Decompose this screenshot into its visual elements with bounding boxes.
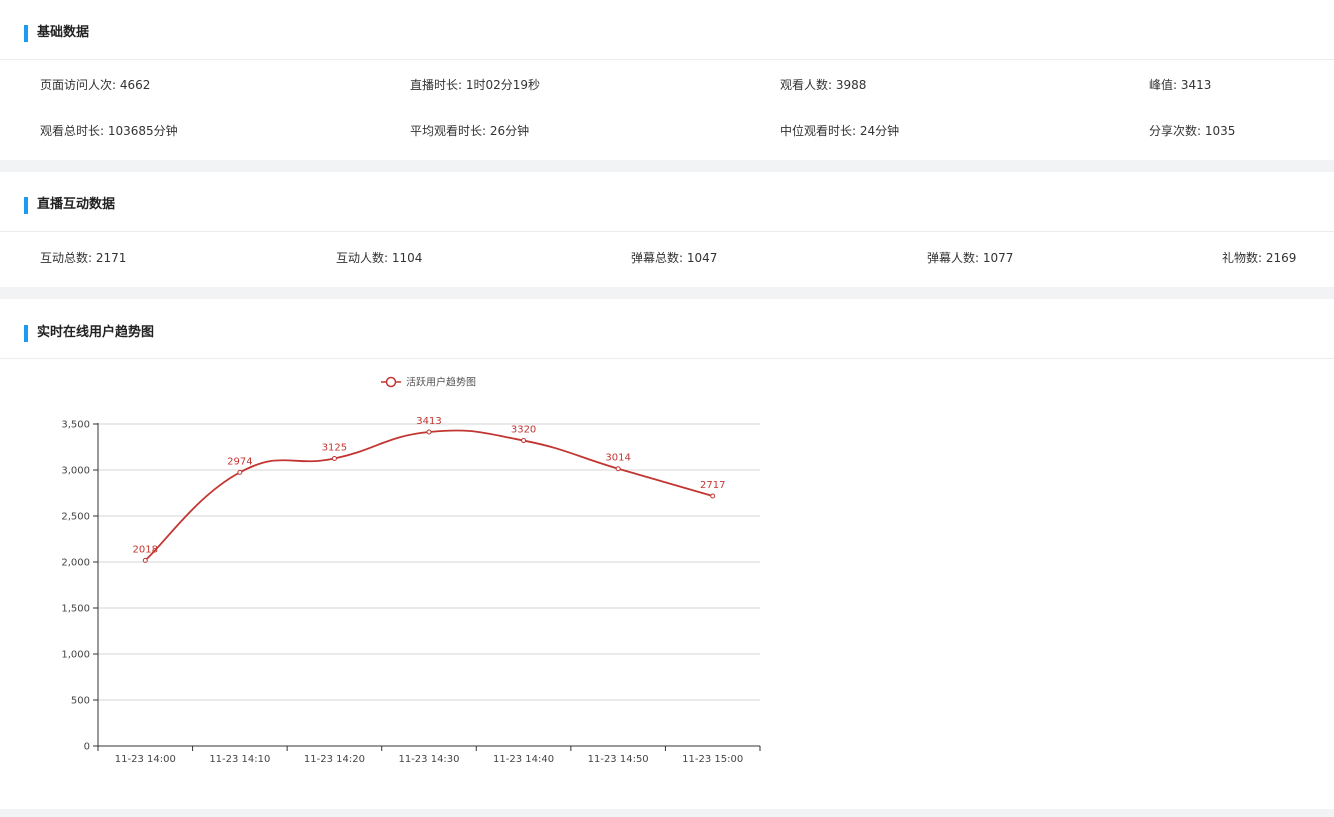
data-label: 3320 <box>511 425 536 436</box>
data-label: 2974 <box>227 456 252 467</box>
x-tick-label: 11-23 14:50 <box>588 754 649 765</box>
data-label: 3014 <box>605 453 630 464</box>
data-point[interactable] <box>237 469 243 475</box>
legend-circle-icon <box>385 376 397 388</box>
x-tick-label: 11-23 14:10 <box>209 754 270 765</box>
y-tick-label: 2,000 <box>61 558 90 569</box>
online-users-line-chart: 活跃用户趋势图 0 500 1,000 1,500 2,000 2,500 3,000 3,5… <box>61 376 761 765</box>
data-point[interactable] <box>710 493 716 499</box>
y-tick-label: 0 <box>84 742 90 753</box>
data-point[interactable] <box>521 438 527 444</box>
y-tick-label: 2,500 <box>61 512 90 523</box>
data-point[interactable] <box>615 466 621 472</box>
data-point[interactable] <box>331 456 337 461</box>
legend-series-name: 活跃用户趋势图 <box>406 376 476 389</box>
chart-legend[interactable]: 活跃用户趋势图 <box>381 376 476 389</box>
x-tick-label: 11-23 14:00 <box>115 754 176 765</box>
data-point[interactable] <box>142 557 148 563</box>
y-tick-label: 3,500 <box>61 420 90 431</box>
series-line <box>144 429 713 562</box>
y-tick-label: 500 <box>71 696 90 707</box>
data-label: 3125 <box>322 443 347 454</box>
data-point[interactable] <box>426 429 432 435</box>
data-label: 2018 <box>133 544 158 555</box>
y-tick-label: 1,500 <box>61 604 90 615</box>
data-label: 3413 <box>416 416 441 427</box>
x-tick-label: 11-23 15:00 <box>682 754 743 765</box>
x-tick-label: 11-23 14:20 <box>304 754 365 765</box>
x-tick-label: 11-23 14:40 <box>493 754 554 765</box>
y-tick-label: 1,000 <box>61 650 90 661</box>
data-label: 2717 <box>700 480 725 491</box>
y-tick-label: 3,000 <box>61 466 90 477</box>
x-tick-label: 11-23 14:30 <box>398 754 459 765</box>
